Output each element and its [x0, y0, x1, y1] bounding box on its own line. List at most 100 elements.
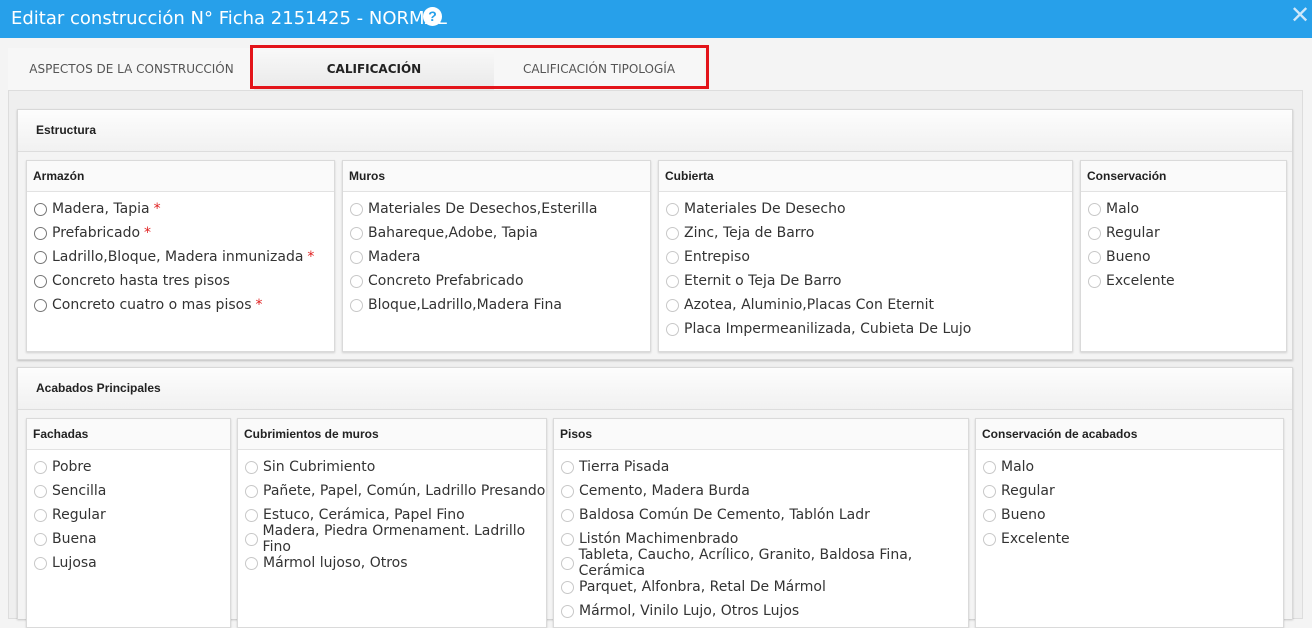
radio-icon[interactable]	[34, 460, 47, 474]
section-acabados: Acabados Principales Fachadas Pobre Senc…	[17, 367, 1293, 628]
radio-icon[interactable]	[561, 604, 574, 618]
radio-option[interactable]: Concreto cuatro o mas pisos *	[34, 295, 263, 315]
radio-option[interactable]: Buena	[34, 529, 97, 549]
radio-icon[interactable]	[666, 322, 679, 336]
radio-option[interactable]: Entrepiso	[666, 247, 750, 267]
radio-option[interactable]: Baldosa Común De Cemento, Tablón Ladr	[561, 505, 870, 525]
option-label: Regular	[1001, 483, 1055, 499]
radio-icon[interactable]	[666, 298, 679, 312]
option-label: Bloque,Ladrillo,Madera Fina	[368, 297, 562, 313]
option-label: Excelente	[1106, 273, 1175, 289]
radio-option[interactable]: Excelente	[983, 529, 1070, 549]
radio-icon[interactable]	[561, 580, 574, 594]
radio-icon[interactable]	[350, 250, 363, 264]
radio-option[interactable]: Placa Impermeanilizada, Cubieta De Lujo	[666, 319, 971, 339]
option-label: Listón Machimenbrado	[579, 531, 739, 547]
radio-icon[interactable]	[245, 532, 258, 546]
radio-option[interactable]: Malo	[1088, 199, 1139, 219]
radio-option[interactable]: Parquet, Alfonbra, Retal De Mármol	[561, 577, 826, 597]
option-label: Bahareque,Adobe, Tapia	[368, 225, 538, 241]
radio-icon[interactable]	[245, 508, 258, 522]
radio-icon[interactable]	[561, 532, 574, 546]
radio-option[interactable]: Pañete, Papel, Común, Ladrillo Presando	[245, 481, 545, 501]
radio-icon[interactable]	[34, 202, 47, 216]
radio-icon[interactable]	[561, 508, 574, 522]
radio-icon[interactable]	[34, 508, 47, 522]
radio-option[interactable]: Bueno	[1088, 247, 1151, 267]
option-label: Placa Impermeanilizada, Cubieta De Lujo	[684, 321, 972, 337]
radio-icon[interactable]	[1088, 202, 1101, 216]
radio-option[interactable]: Sencilla	[34, 481, 106, 501]
dialog-title: Editar construcción N° Ficha 2151425 - N…	[11, 8, 447, 29]
option-label: Madera, Tapia	[52, 201, 150, 217]
radio-option[interactable]: Tierra Pisada	[561, 457, 669, 477]
radio-option[interactable]: Cemento, Madera Burda	[561, 481, 750, 501]
radio-option[interactable]: Madera, Piedra Ormenament. Ladrillo Fino	[245, 523, 546, 555]
radio-option[interactable]: Madera	[350, 247, 421, 267]
radio-option[interactable]: Materiales De Desecho	[666, 199, 846, 219]
radio-option[interactable]: Zinc, Teja de Barro	[666, 223, 814, 243]
radio-icon[interactable]	[350, 298, 363, 312]
radio-icon[interactable]	[666, 226, 679, 240]
radio-icon[interactable]	[666, 274, 679, 288]
radio-option[interactable]: Mármol, Vinilo Lujo, Otros Lujos	[561, 601, 799, 621]
radio-option[interactable]: Eternit o Teja De Barro	[666, 271, 841, 291]
radio-option[interactable]: Bueno	[983, 505, 1046, 525]
radio-option[interactable]: Sin Cubrimiento	[245, 457, 375, 477]
option-label: Mármol lujoso, Otros	[263, 555, 408, 571]
option-label: Baldosa Común De Cemento, Tablón Ladr	[579, 507, 870, 523]
radio-icon[interactable]	[983, 532, 996, 546]
radio-option[interactable]: Azotea, Aluminio,Placas Con Eternit	[666, 295, 934, 315]
card-cubierta: Cubierta Materiales De Desecho Zinc, Tej…	[658, 160, 1073, 352]
radio-icon[interactable]	[983, 508, 996, 522]
radio-option[interactable]: Regular	[34, 505, 106, 525]
radio-option[interactable]: Regular	[1088, 223, 1160, 243]
option-label: Sin Cubrimiento	[263, 459, 376, 475]
radio-icon[interactable]	[34, 274, 47, 288]
radio-option[interactable]: Estuco, Cerámica, Papel Fino	[245, 505, 465, 525]
radio-option[interactable]: Regular	[983, 481, 1055, 501]
radio-icon[interactable]	[1088, 250, 1101, 264]
radio-option[interactable]: Lujosa	[34, 553, 97, 573]
radio-option[interactable]: Mármol lujoso, Otros	[245, 553, 408, 573]
radio-option[interactable]: Tableta, Caucho, Acrílico, Granito, Bald…	[561, 547, 968, 579]
radio-icon[interactable]	[561, 460, 574, 474]
radio-option[interactable]: Bloque,Ladrillo,Madera Fina	[350, 295, 562, 315]
radio-option[interactable]: Concreto Prefabricado	[350, 271, 524, 291]
radio-icon[interactable]	[245, 484, 258, 498]
radio-icon[interactable]	[34, 484, 47, 498]
radio-option[interactable]: Concreto hasta tres pisos	[34, 271, 230, 291]
radio-icon[interactable]	[34, 556, 47, 570]
radio-option[interactable]: Madera, Tapia *	[34, 199, 161, 219]
tab-aspectos[interactable]: ASPECTOS DE LA CONSTRUCCIÓN	[8, 48, 255, 90]
radio-icon[interactable]	[34, 532, 47, 546]
radio-icon[interactable]	[1088, 226, 1101, 240]
help-icon[interactable]: ?	[423, 7, 442, 26]
radio-icon[interactable]	[350, 202, 363, 216]
radio-icon[interactable]	[34, 298, 47, 312]
radio-icon[interactable]	[34, 226, 47, 240]
radio-option[interactable]: Bahareque,Adobe, Tapia	[350, 223, 538, 243]
card-pisos: Pisos Tierra Pisada Cemento, Madera Burd…	[553, 418, 969, 628]
radio-option[interactable]: Pobre	[34, 457, 91, 477]
radio-icon[interactable]	[983, 460, 996, 474]
radio-icon[interactable]	[561, 556, 574, 570]
radio-icon[interactable]	[983, 484, 996, 498]
close-icon[interactable]: ✕	[1290, 4, 1310, 28]
radio-option[interactable]: Ladrillo,Bloque, Madera inmunizada *	[34, 247, 314, 267]
radio-option[interactable]: Prefabricado *	[34, 223, 151, 243]
radio-icon[interactable]	[350, 274, 363, 288]
radio-option[interactable]: Malo	[983, 457, 1034, 477]
radio-icon[interactable]	[245, 460, 258, 474]
radio-icon[interactable]	[561, 484, 574, 498]
radio-icon[interactable]	[666, 250, 679, 264]
radio-icon[interactable]	[350, 226, 363, 240]
radio-icon[interactable]	[245, 556, 258, 570]
radio-option[interactable]: Excelente	[1088, 271, 1175, 291]
radio-icon[interactable]	[34, 250, 47, 264]
radio-icon[interactable]	[1088, 274, 1101, 288]
radio-option[interactable]: Materiales De Desechos,Esterilla	[350, 199, 598, 219]
radio-option[interactable]: Listón Machimenbrado	[561, 529, 738, 549]
radio-icon[interactable]	[666, 202, 679, 216]
option-label: Pobre	[52, 459, 92, 475]
